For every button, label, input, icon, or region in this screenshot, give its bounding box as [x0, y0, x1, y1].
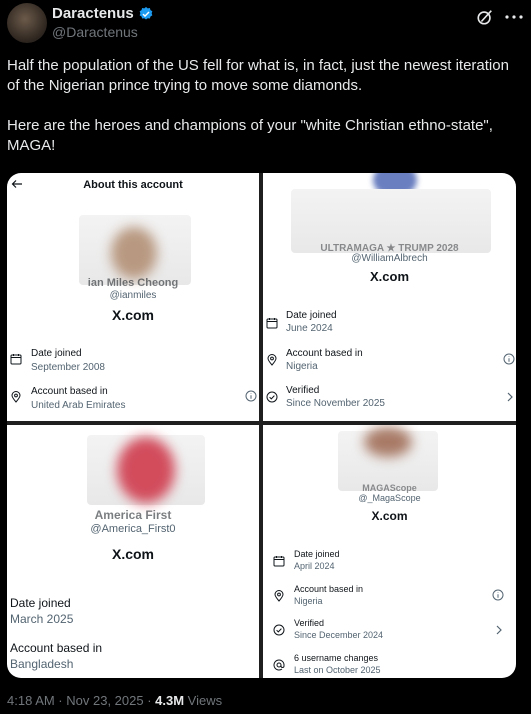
info-icon[interactable] [492, 589, 504, 601]
author-avatar[interactable] [7, 3, 47, 43]
account-based-value: United Arab Emirates [31, 400, 126, 411]
author-name-row[interactable]: Daractenus [52, 5, 154, 22]
tweet-text: Half the population of the US fell for w… [7, 57, 509, 154]
blurred-profile [338, 427, 438, 491]
location-icon [274, 590, 284, 602]
at-icon [273, 659, 285, 671]
calendar-icon [266, 318, 278, 329]
date-joined-value: March 2025 [10, 612, 74, 626]
account-handle: @_MagaScope [358, 493, 421, 503]
verified-label: Verified [286, 385, 320, 396]
display-name: America First [94, 508, 172, 522]
site-name: X.com [369, 269, 409, 284]
media-panel-2[interactable]: ULTRAMAGA ★ TRUMP 2028 @WilliamAlbrech X… [263, 173, 516, 421]
location-icon [11, 391, 21, 403]
account-based-value: Bangladesh [10, 657, 74, 671]
date-joined-value: September 2008 [31, 362, 105, 373]
account-based-label: Account based in [10, 641, 103, 655]
verified-label: Verified [294, 618, 325, 628]
account-based-value: Nigeria [286, 361, 318, 372]
panel-title: About this account [83, 179, 183, 191]
tweet-media-grid[interactable]: About this account ian Miles Cheong @ian… [7, 173, 516, 678]
account-handle: @ianmiles [109, 290, 157, 301]
date-joined-label: Date joined [294, 549, 340, 559]
site-name: X.com [111, 546, 154, 562]
verified-value: Since November 2025 [286, 398, 385, 409]
tweet-footer: 4:18 AM · Nov 23, 2025 · 4.3M Views [7, 693, 222, 708]
display-name: ian Miles Cheong [87, 277, 179, 289]
media-panel-1[interactable]: About this account ian Miles Cheong @ian… [7, 173, 259, 421]
chevron-right-icon[interactable] [504, 391, 516, 403]
author-name[interactable]: Daractenus [52, 5, 134, 22]
site-name: X.com [111, 307, 154, 323]
account-handle: @WilliamAlbrech [351, 253, 428, 264]
display-name: MAGAScope [362, 483, 417, 493]
account-based-label: Account based in [286, 348, 363, 359]
views-label: Views [184, 693, 223, 708]
username-changes-label: 6 username changes [294, 653, 379, 663]
account-handle: @America_First0 [90, 523, 176, 535]
date-joined-label: Date joined [286, 310, 337, 321]
account-based-label: Account based in [294, 584, 364, 594]
chevron-right-icon[interactable] [493, 624, 505, 636]
account-based-value: Nigeria [294, 596, 323, 606]
verified-badge-icon [139, 6, 153, 20]
date-joined-value: June 2024 [286, 323, 333, 334]
date-joined-label: Date joined [31, 348, 82, 359]
verified-check-icon [273, 624, 285, 636]
more-icon[interactable] [505, 15, 523, 19]
calendar-icon [273, 556, 285, 567]
location-icon [267, 354, 277, 366]
tweet-header: Daractenus @Daractenus [0, 0, 531, 48]
account-based-label: Account based in [31, 386, 108, 397]
date-joined-value: April 2024 [294, 561, 335, 571]
author-handle[interactable]: @Daractenus [52, 24, 138, 40]
media-panel-3[interactable]: America First @America_First0 X.com Date… [7, 425, 259, 678]
info-icon[interactable] [503, 353, 515, 365]
calendar-icon [10, 354, 22, 365]
date-joined-label: Date joined [10, 596, 71, 610]
site-name: X.com [371, 509, 408, 523]
username-changes-value: Last on October 2025 [294, 665, 381, 675]
timestamp[interactable]: 4:18 AM · Nov 23, 2025 · [7, 693, 155, 708]
grok-icon[interactable] [476, 8, 494, 26]
view-count: 4.3M [155, 693, 185, 708]
info-icon[interactable] [245, 390, 257, 402]
verified-check-icon [266, 391, 278, 403]
blurred-profile [87, 435, 205, 505]
verified-value: Since December 2024 [294, 630, 384, 640]
blurred-profile [79, 215, 191, 285]
media-panel-4[interactable]: MAGAScope @_MagaScope X.com Date joined … [263, 425, 516, 678]
